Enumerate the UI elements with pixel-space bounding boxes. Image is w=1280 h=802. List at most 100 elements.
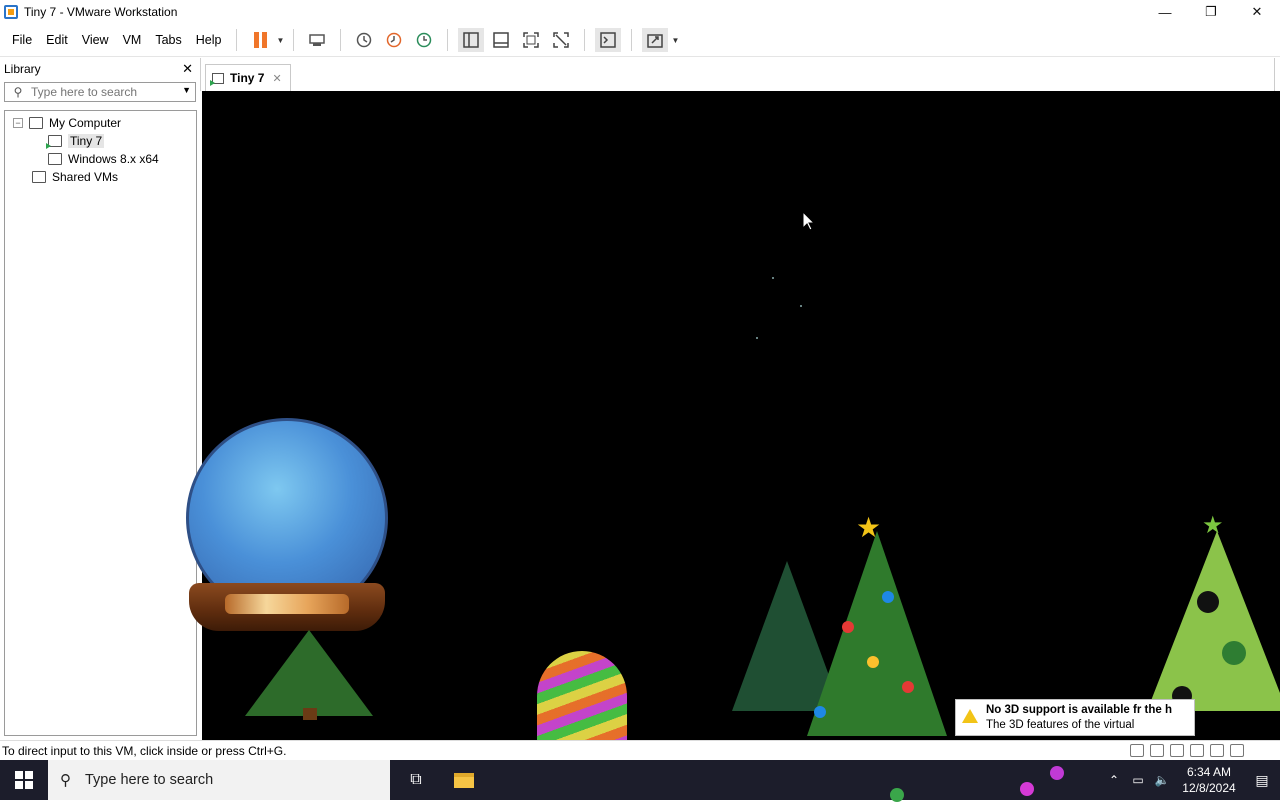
- console-view-button[interactable]: [595, 28, 622, 52]
- menu-edit[interactable]: Edit: [39, 33, 75, 47]
- start-button[interactable]: [0, 760, 48, 800]
- notifications-icon[interactable]: ▤: [1244, 772, 1280, 789]
- vm-icon: [48, 153, 62, 165]
- fullscreen-icon: [523, 32, 540, 48]
- task-view-button[interactable]: ⧉: [392, 760, 440, 800]
- search-icon: ⚲: [13, 85, 23, 99]
- search-icon: ⚲: [60, 772, 71, 789]
- task-view-icon: ⧉: [410, 771, 422, 788]
- chevron-down-icon[interactable]: ▼: [182, 85, 191, 95]
- snapshot-manager-button[interactable]: [411, 28, 437, 52]
- hard-disk-icon[interactable]: [1130, 744, 1144, 757]
- revert-snapshot-icon: [387, 32, 402, 48]
- stretch-dropdown-arrow[interactable]: ▼: [670, 28, 680, 52]
- send-ctrl-alt-del-button[interactable]: [304, 28, 330, 52]
- collapse-icon[interactable]: −: [13, 118, 23, 128]
- network-icon[interactable]: ▭: [1126, 773, 1150, 787]
- christmas-tree-decoration: [1147, 531, 1280, 711]
- revert-snapshot-button[interactable]: [381, 28, 407, 52]
- stretch-view-icon: [647, 34, 664, 48]
- library-title: Library: [4, 62, 41, 76]
- ornament: [814, 706, 826, 718]
- take-snapshot-button[interactable]: [351, 28, 377, 52]
- snow-particle: [772, 277, 774, 279]
- tree-star-icon: ★: [1202, 512, 1224, 539]
- vm-running-icon: [210, 72, 224, 86]
- taskbar-search-placeholder: Type here to search: [85, 772, 214, 788]
- tab-strip-scrollbar[interactable]: [1274, 58, 1280, 91]
- unity-button[interactable]: [548, 28, 574, 52]
- windows-logo-icon: [15, 771, 33, 789]
- pause-icon: [253, 32, 267, 48]
- library-search-box[interactable]: ⚲ ▼: [4, 82, 196, 102]
- light-decoration: [1020, 782, 1034, 796]
- christmas-tree-decoration: [807, 531, 947, 736]
- file-explorer-button[interactable]: [440, 760, 488, 800]
- warning-icon: [962, 709, 978, 723]
- show-library-button[interactable]: [458, 28, 485, 52]
- tab-label: Tiny 7: [230, 71, 265, 85]
- network-adapter-icon[interactable]: [1170, 744, 1184, 757]
- library-view-icon: [463, 32, 480, 48]
- ornament: [1222, 641, 1246, 665]
- menu-view[interactable]: View: [75, 33, 116, 47]
- thumbnail-bar-icon: [493, 32, 510, 48]
- cd-dvd-icon[interactable]: [1150, 744, 1164, 757]
- tree-trunk: [303, 708, 317, 720]
- window-title: Tiny 7 - VMware Workstation: [24, 5, 178, 19]
- ornament: [902, 681, 914, 693]
- restore-button[interactable]: ❐: [1188, 0, 1234, 24]
- menu-tabs[interactable]: Tabs: [148, 33, 188, 47]
- system-tray: ⌃ ▭ 🔈 6:34 AM 12/8/2024 ▤: [1102, 760, 1280, 800]
- library-close-icon[interactable]: ✕: [182, 61, 193, 77]
- notification-text: No 3D support is available fr the h The …: [986, 703, 1172, 733]
- tab-strip: Tiny 7 ✕: [200, 58, 1280, 91]
- device-status-icons: [1130, 744, 1244, 757]
- status-message: To direct input to this VM, click inside…: [2, 743, 287, 758]
- menu-vm[interactable]: VM: [116, 33, 149, 47]
- tree-star-icon: ★: [856, 512, 882, 543]
- display-icon[interactable]: [1230, 744, 1244, 757]
- toolbar-separator: [584, 29, 586, 51]
- library-header: Library ✕: [0, 58, 200, 80]
- menu-file[interactable]: File: [5, 33, 39, 47]
- sound-card-icon[interactable]: [1210, 744, 1224, 757]
- tree-item-windows-8[interactable]: Windows 8.x x64: [5, 150, 196, 168]
- toolbar-separator: [631, 29, 633, 51]
- mouse-cursor-icon: [802, 211, 814, 231]
- notification-title-tail: the h: [1144, 704, 1172, 716]
- tree-item-my-computer[interactable]: − My Computer: [5, 114, 196, 132]
- chevron-up-icon[interactable]: ⌃: [1102, 773, 1126, 787]
- tree-item-label: My Computer: [49, 116, 122, 130]
- clock[interactable]: 6:34 AM 12/8/2024: [1174, 764, 1244, 796]
- stretch-guest-button[interactable]: [642, 28, 669, 52]
- menu-help[interactable]: Help: [189, 33, 229, 47]
- volume-icon[interactable]: 🔈: [1150, 773, 1174, 787]
- small-christmas-tree: [245, 630, 373, 716]
- tree-item-tiny-7[interactable]: Tiny 7: [5, 132, 196, 150]
- tab-tiny-7[interactable]: Tiny 7 ✕: [205, 64, 291, 91]
- close-button[interactable]: ✕: [1234, 0, 1280, 24]
- tree-item-shared-vms[interactable]: Shared VMs: [5, 168, 196, 186]
- pause-button[interactable]: [247, 28, 273, 52]
- shared-vms-icon: [32, 171, 46, 183]
- ornament: [842, 621, 854, 633]
- power-dropdown-arrow[interactable]: ▼: [275, 28, 285, 52]
- minimize-button[interactable]: —: [1142, 0, 1188, 24]
- printer-icon[interactable]: [1190, 744, 1204, 757]
- no-3d-support-notification[interactable]: No 3D support is available fr the h The …: [955, 699, 1195, 736]
- thumbnail-bar-button[interactable]: [488, 28, 514, 52]
- toolbar-separator: [236, 29, 238, 51]
- library-search-input[interactable]: [31, 85, 171, 99]
- ornament: [882, 591, 894, 603]
- vm-running-icon: [46, 135, 62, 149]
- status-bar: To direct input to this VM, click inside…: [0, 740, 1280, 760]
- spiral-tree-decoration: [537, 651, 627, 740]
- taskbar-search-box[interactable]: ⚲ Type here to search: [48, 760, 390, 800]
- toolbar-separator: [293, 29, 295, 51]
- full-screen-button[interactable]: [518, 28, 544, 52]
- window-controls: — ❐ ✕: [1142, 0, 1280, 24]
- vm-tree: − My Computer Tiny 7 Windows 8.x x64 Sha…: [4, 110, 197, 736]
- library-panel: Library ✕ ⚲ ▼ − My Computer Tiny 7 Windo…: [0, 58, 200, 740]
- tab-close-icon[interactable]: ✕: [272, 72, 281, 85]
